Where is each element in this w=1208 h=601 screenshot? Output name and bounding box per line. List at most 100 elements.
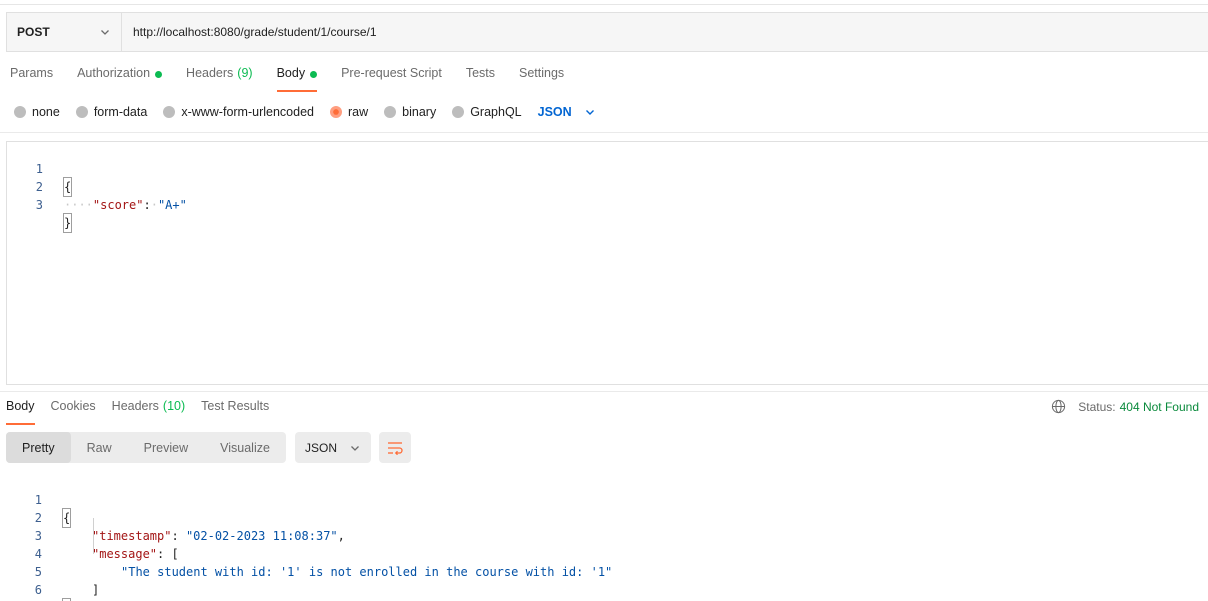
tab-tests[interactable]: Tests	[466, 66, 495, 92]
response-tabs: Body Cookies Headers (10) Test Results	[6, 399, 285, 425]
response-tab-headers-label: Headers	[111, 399, 159, 413]
code-value: "A+"	[157, 198, 187, 212]
body-format-select[interactable]: JSON	[538, 105, 596, 119]
code-brace-open: {	[61, 508, 72, 528]
body-status-dot	[310, 71, 318, 78]
response-format-select[interactable]: JSON	[295, 432, 371, 463]
wrap-lines-button[interactable]	[379, 432, 411, 463]
body-option-urlencoded[interactable]: x-www-form-urlencoded	[163, 105, 314, 119]
code-value-timestamp: "02-02-2023 11:08:37"	[185, 529, 338, 543]
option-graphql-label: GraphQL	[470, 105, 522, 119]
radio-urlencoded[interactable]	[163, 106, 176, 118]
section-divider	[0, 132, 1208, 133]
tab-body[interactable]: Body	[276, 66, 318, 92]
response-tab-test-results-label: Test Results	[201, 399, 270, 413]
view-tab-pretty-label: Pretty	[22, 440, 55, 455]
tab-authorization-label: Authorization	[77, 66, 151, 80]
radio-raw[interactable]	[330, 106, 342, 118]
response-line: 5 ]	[0, 545, 99, 597]
chevron-down-icon	[585, 110, 594, 115]
response-tab-test-results[interactable]: Test Results	[201, 399, 269, 425]
response-line: 4 "The student with id: '1' is not enrol…	[0, 527, 613, 579]
option-urlencoded-label: x-www-form-urlencoded	[181, 105, 314, 119]
response-tab-headers[interactable]: Headers (10)	[112, 399, 185, 425]
body-format-label: JSON	[537, 105, 572, 119]
code-colon: :	[143, 198, 151, 212]
tab-body-label: Body	[276, 66, 306, 80]
response-view-tabs: Pretty Raw Preview Visualize	[6, 432, 286, 463]
view-tab-preview-label: Preview	[143, 440, 189, 455]
code-key-timestamp: "timestamp"	[92, 529, 172, 543]
view-tab-pretty[interactable]: Pretty	[6, 432, 71, 463]
tab-pre-request-script[interactable]: Pre-request Script	[341, 66, 442, 92]
view-tab-visualize-label: Visualize	[220, 440, 270, 455]
globe-icon[interactable]	[1051, 399, 1066, 414]
response-line: 6 }	[0, 563, 72, 601]
option-binary-label: binary	[402, 105, 437, 119]
view-tab-raw[interactable]: Raw	[71, 432, 128, 463]
code-key-message: "message"	[92, 547, 158, 561]
code-brace-close: }	[62, 213, 73, 233]
editor-line: 2 ····"score":·"A+"	[7, 160, 187, 212]
response-line: 3 "message": [	[0, 509, 179, 561]
request-tabs: Params Authorization Headers (9) Body Pre…	[10, 66, 588, 92]
editor-line: 3 }	[7, 178, 73, 233]
view-tab-visualize[interactable]: Visualize	[204, 432, 286, 463]
radio-none[interactable]	[14, 106, 26, 118]
body-option-graphql[interactable]: GraphQL	[452, 105, 522, 119]
url-text: http://localhost:8080/grade/student/1/co…	[133, 25, 377, 39]
tab-settings-label: Settings	[519, 66, 565, 80]
code-indent: ····	[64, 198, 93, 212]
response-line: 1 {	[0, 473, 72, 528]
tab-headers-label: Headers	[186, 66, 234, 80]
response-line: 2 "timestamp": "02-02-2023 11:08:37",	[0, 491, 345, 543]
status-label: Status:	[1078, 399, 1116, 414]
response-tab-body-label: Body	[6, 399, 35, 413]
view-tab-raw-label: Raw	[86, 440, 112, 455]
body-option-raw[interactable]: raw	[330, 105, 368, 119]
response-status: Status: 404 Not Found	[1051, 399, 1199, 414]
code-brace-open: {	[62, 177, 73, 197]
code-key: "score"	[92, 198, 144, 212]
url-input[interactable]: http://localhost:8080/grade/student/1/co…	[122, 13, 377, 51]
option-raw-label: raw	[348, 105, 369, 119]
method-select[interactable]: POST	[7, 13, 122, 51]
status-value: 404 Not Found	[1119, 399, 1199, 414]
tab-settings[interactable]: Settings	[519, 66, 564, 92]
section-divider	[0, 391, 1208, 392]
tab-params-label: Params	[10, 66, 54, 80]
top-divider	[0, 4, 1208, 5]
body-option-form-data[interactable]: form-data	[75, 105, 147, 119]
tab-authorization[interactable]: Authorization	[77, 66, 163, 92]
request-body-editor[interactable]: 1 { 2 ····"score":·"A+" 3 }	[6, 141, 1208, 385]
response-tab-cookies[interactable]: Cookies	[51, 399, 96, 425]
method-label: POST	[17, 25, 50, 39]
radio-binary[interactable]	[384, 106, 397, 118]
code-bracket-open: [	[171, 547, 179, 561]
response-tab-cookies-label: Cookies	[50, 399, 96, 413]
body-option-binary[interactable]: binary	[384, 105, 436, 119]
response-format-label: JSON	[305, 440, 338, 455]
body-type-options: none form-data x-www-form-urlencoded raw…	[14, 104, 596, 120]
body-option-none[interactable]: none	[14, 105, 60, 119]
line-number: 3	[35, 198, 43, 212]
headers-count: (9)	[237, 66, 253, 80]
response-body-viewer[interactable]: 1 { 2 "timestamp": "02-02-2023 11:08:37"…	[0, 473, 1208, 601]
view-tab-preview[interactable]: Preview	[128, 432, 204, 463]
radio-form-data[interactable]	[75, 106, 88, 118]
code-content: "timestamp": "02-02-2023 11:08:37",	[92, 529, 345, 543]
chevron-down-icon	[101, 30, 109, 35]
radio-graphql[interactable]	[452, 106, 465, 118]
response-headers-count: (10)	[162, 399, 186, 413]
editor-line: 1 {	[7, 142, 73, 197]
wrap-lines-icon	[388, 441, 403, 455]
code-value-message: "The student with id: '1' is not enrolle…	[121, 565, 613, 579]
authorization-status-dot	[155, 71, 163, 78]
tab-pre-request-script-label: Pre-request Script	[341, 66, 442, 80]
tab-headers[interactable]: Headers (9)	[186, 66, 253, 92]
request-url-bar: POST http://localhost:8080/grade/student…	[6, 12, 1208, 52]
code-content: ····"score":·"A+"	[64, 198, 187, 212]
tab-params[interactable]: Params	[10, 66, 53, 92]
response-tab-body[interactable]: Body	[6, 399, 35, 425]
chevron-down-icon	[351, 445, 359, 451]
